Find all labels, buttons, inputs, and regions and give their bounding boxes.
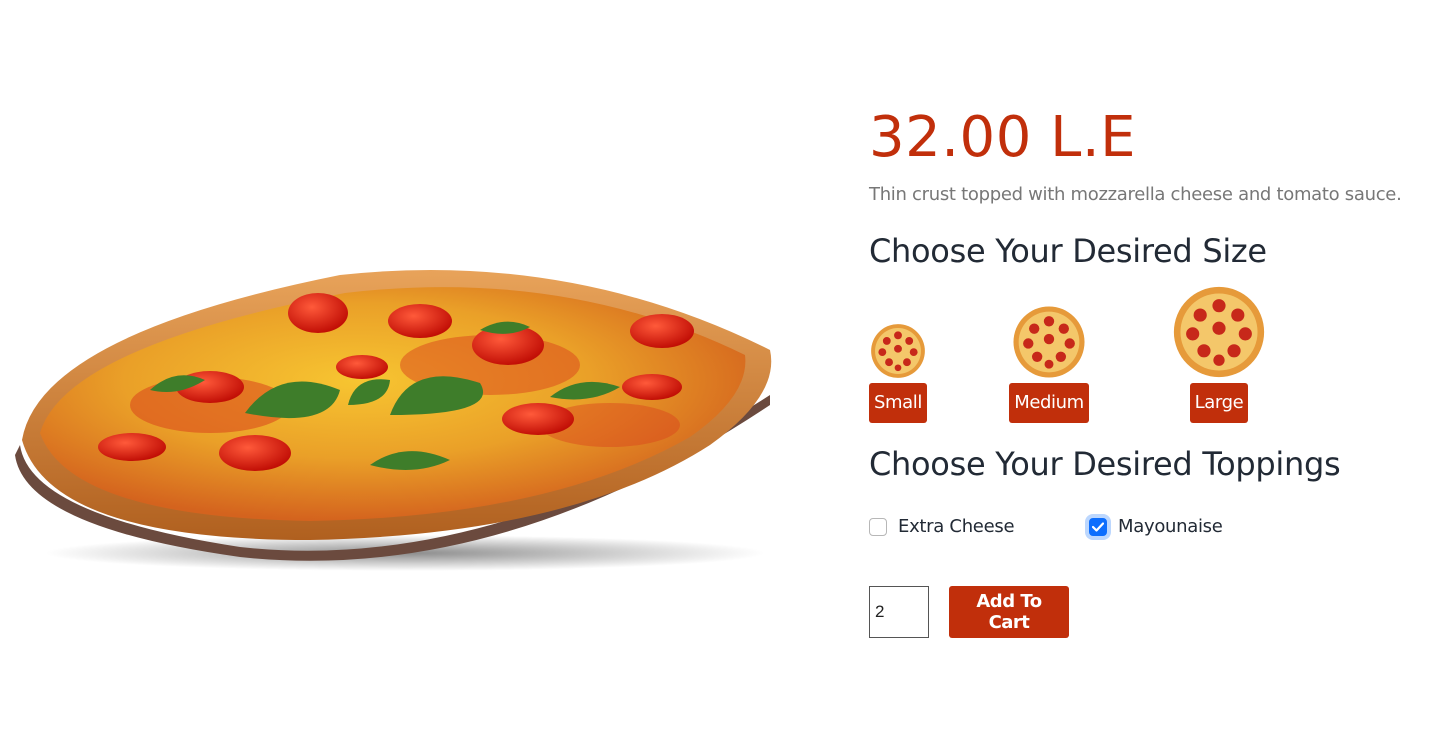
topping-mayounaise[interactable]: Mayounaise <box>1089 516 1223 537</box>
size-small-button[interactable]: Small <box>869 383 927 423</box>
quantity-input[interactable] <box>869 586 929 638</box>
add-to-cart-button[interactable]: Add To Cart <box>949 586 1069 638</box>
size-option-medium: Medium <box>1009 305 1089 423</box>
mayounaise-checkbox[interactable] <box>1089 517 1107 536</box>
checkmark-icon <box>1092 521 1104 532</box>
product-price: 32.00 L.E <box>869 105 1136 170</box>
product-page: 32.00 L.E Thin crust topped with mozzare… <box>0 0 1439 729</box>
extra-cheese-label: Extra Cheese <box>898 516 1015 537</box>
extra-cheese-checkbox[interactable] <box>869 517 887 536</box>
large-pizza-icon <box>1173 286 1265 378</box>
size-large-button[interactable]: Large <box>1189 383 1249 423</box>
medium-pizza-icon <box>1013 306 1085 378</box>
pizza-hero-image <box>10 255 780 585</box>
small-pizza-icon <box>871 324 925 378</box>
mayounaise-label: Mayounaise <box>1118 516 1223 537</box>
size-option-small: Small <box>869 323 927 423</box>
size-medium-button[interactable]: Medium <box>1009 383 1089 423</box>
size-option-large: Large <box>1171 285 1267 423</box>
size-heading: Choose Your Desired Size <box>869 232 1267 270</box>
topping-extra-cheese[interactable]: Extra Cheese <box>869 516 1015 537</box>
product-description: Thin crust topped with mozzarella cheese… <box>869 184 1402 205</box>
toppings-heading: Choose Your Desired Toppings <box>869 445 1341 483</box>
